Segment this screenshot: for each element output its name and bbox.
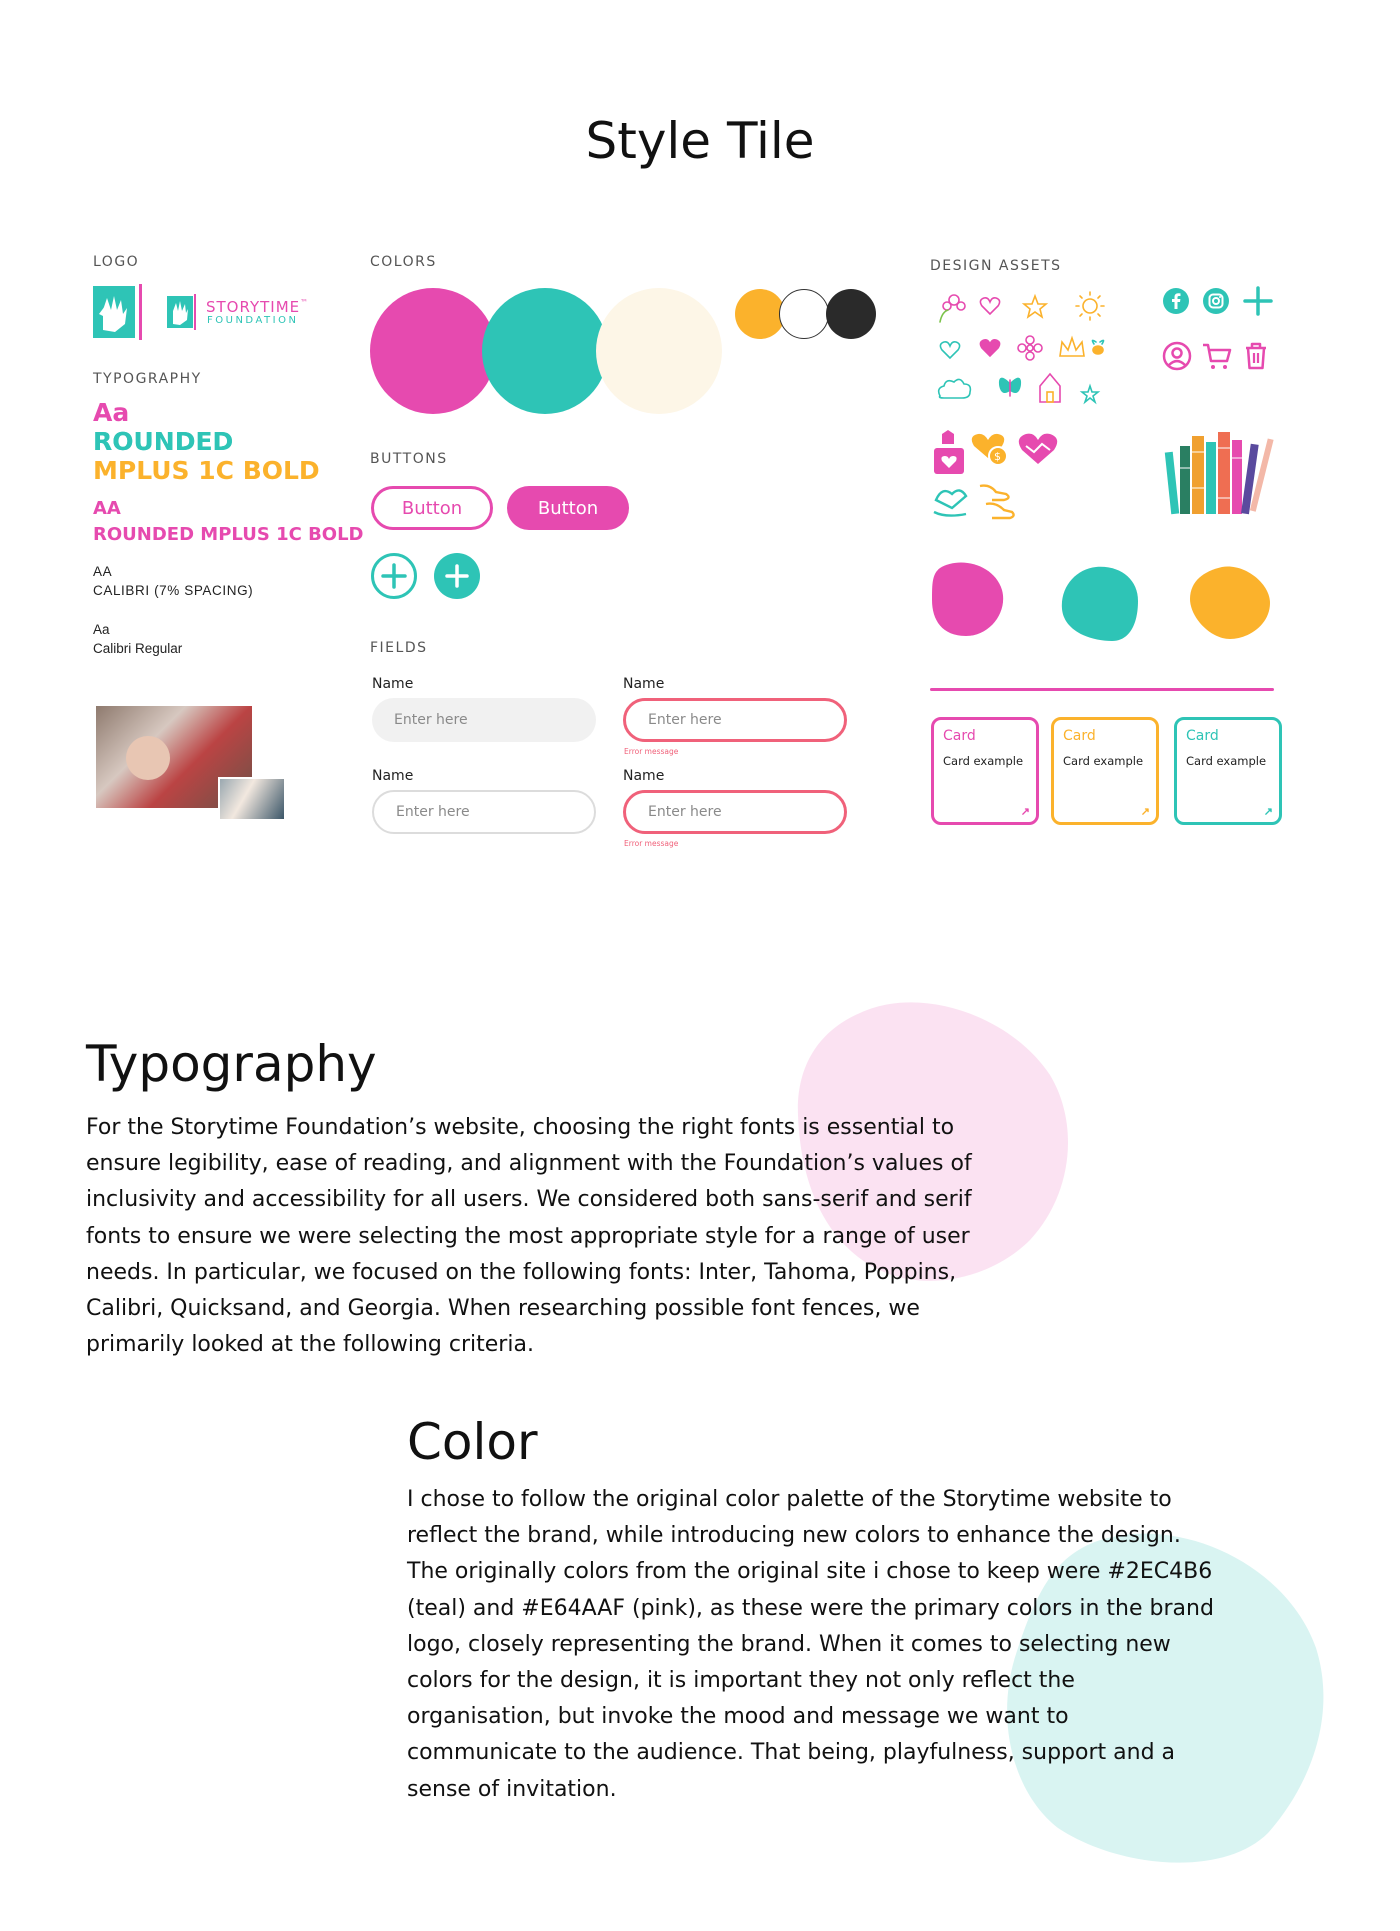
- card-text: Card example: [1063, 754, 1144, 768]
- logo-wordmark: STORYTIME™: [206, 298, 310, 316]
- field-label: Name: [372, 768, 414, 784]
- family-photo: [218, 777, 286, 821]
- donation-illustrations: $: [933, 430, 1058, 520]
- card-teal[interactable]: Card Card example ↗: [1174, 717, 1282, 825]
- trash-icon[interactable]: [1243, 341, 1269, 371]
- card-title: Card: [1186, 728, 1219, 744]
- typography-heading: Typography: [86, 1035, 377, 1093]
- card-title: Card: [1063, 728, 1096, 744]
- logo-section-label: LOGO: [93, 254, 140, 270]
- arrow-icon: ↗: [1020, 806, 1030, 818]
- swatch-cream: [596, 288, 722, 414]
- body-font: Calibri Regular: [93, 641, 183, 656]
- user-icon[interactable]: [1162, 341, 1192, 371]
- subheading-font: ROUNDED MPLUS 1C BOLD: [93, 524, 364, 545]
- svg-text:$: $: [994, 450, 1001, 463]
- page-title: Style Tile: [585, 112, 815, 170]
- yellow-blob: [1190, 566, 1270, 639]
- field-error-message: Error message: [624, 747, 679, 756]
- pink-blob: [932, 562, 1004, 636]
- outline-plus-button[interactable]: [371, 553, 417, 599]
- arrow-icon: ↗: [1140, 806, 1150, 818]
- logo-icon-small: [167, 294, 197, 330]
- swatch-white: [779, 289, 829, 339]
- text-field-outline[interactable]: Enter here: [372, 790, 596, 834]
- filled-plus-button[interactable]: [434, 553, 480, 599]
- swatch-pink: [370, 288, 496, 414]
- buttons-section-label: BUTTONS: [370, 451, 448, 467]
- color-heading: Color: [407, 1413, 538, 1471]
- fields-section-label: FIELDS: [370, 640, 428, 656]
- facebook-icon[interactable]: [1162, 287, 1190, 315]
- heading-font-line1: ROUNDED: [93, 427, 234, 456]
- typography-paragraph: For the Storytime Foundation’s website, …: [86, 1115, 972, 1358]
- arrow-icon: ↗: [1263, 806, 1273, 818]
- subheading-sample: AA: [93, 498, 121, 519]
- text-field-error[interactable]: Enter here: [623, 790, 847, 834]
- body-sample: Aa: [93, 622, 110, 637]
- pink-divider: [930, 688, 1274, 691]
- colors-section-label: COLORS: [370, 254, 437, 270]
- caps-font: CALIBRI (7% SPACING): [93, 583, 254, 598]
- filled-button[interactable]: Button: [507, 486, 629, 530]
- books-illustration: [1164, 432, 1274, 515]
- plus-icon: [445, 564, 469, 588]
- outline-button[interactable]: Button: [371, 486, 493, 530]
- plus-icon[interactable]: [1242, 285, 1274, 317]
- field-label: Name: [372, 676, 414, 692]
- cart-icon[interactable]: [1201, 341, 1233, 371]
- plus-icon: [381, 563, 407, 589]
- card-yellow[interactable]: Card Card example ↗: [1051, 717, 1159, 825]
- text-field-error[interactable]: Enter here: [623, 698, 847, 742]
- card-text: Card example: [1186, 754, 1267, 768]
- text-field-default[interactable]: Enter here: [372, 698, 596, 742]
- card-pink[interactable]: Card Card example ↗: [931, 717, 1039, 825]
- swatch-black: [826, 289, 876, 339]
- card-text: Card example: [943, 754, 1024, 768]
- doodle-illustrations: [937, 291, 1105, 405]
- field-label: Name: [623, 768, 665, 784]
- heading-sample: Aa: [93, 398, 130, 427]
- design-assets-section-label: DESIGN ASSETS: [930, 258, 1062, 274]
- caps-sample: AA: [93, 564, 113, 579]
- logo-icon-large: [93, 284, 145, 340]
- teal-blob: [1061, 566, 1138, 641]
- color-paragraph: I chose to follow the original color pal…: [407, 1487, 1214, 1802]
- field-error-message: Error message: [624, 839, 679, 848]
- field-label: Name: [623, 676, 665, 692]
- card-title: Card: [943, 728, 976, 744]
- typography-section-label: TYPOGRAPHY: [93, 371, 202, 387]
- instagram-icon[interactable]: [1202, 287, 1230, 315]
- logo-wordmark-sub: FOUNDATION: [207, 315, 299, 326]
- heading-font-line2: MPLUS 1C BOLD: [93, 456, 320, 485]
- swatch-teal: [482, 288, 608, 414]
- swatch-yellow: [735, 289, 785, 339]
